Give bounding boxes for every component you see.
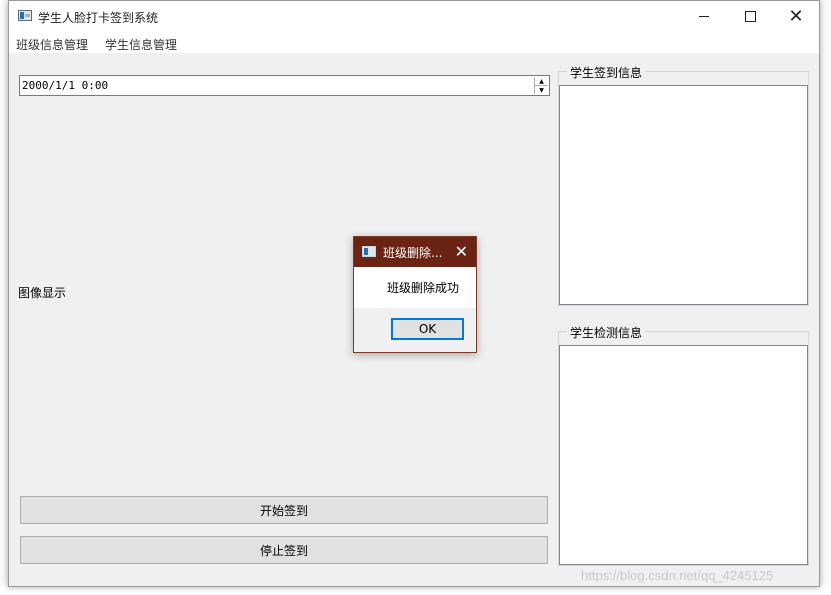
image-display-label: 图像显示: [18, 286, 67, 300]
watermark-text: https://blog.csdn.net/qq_4245125: [581, 568, 774, 583]
stop-sign-in-button[interactable]: 停止签到: [20, 536, 548, 564]
sign-in-list[interactable]: [559, 85, 808, 305]
dialog-title: 班级删除...: [383, 246, 443, 260]
menu-student-management[interactable]: 学生信息管理: [105, 36, 177, 53]
datetime-spinner: ▲ ▼: [534, 77, 548, 94]
detect-groupbox: 学生检测信息: [558, 324, 809, 566]
dialog-ok-button[interactable]: OK: [391, 318, 464, 340]
detect-groupbox-title: 学生检测信息: [567, 324, 646, 341]
close-icon: ✕: [788, 6, 804, 27]
minimize-button[interactable]: [681, 1, 727, 32]
dialog-app-icon: [362, 246, 376, 257]
sign-in-groupbox-title: 学生签到信息: [567, 64, 646, 81]
minimize-icon: [699, 16, 709, 17]
window-title: 学生人脸打卡签到系统: [38, 11, 159, 25]
app-icon: [18, 10, 32, 21]
spin-down-button[interactable]: ▼: [535, 86, 548, 94]
menu-class-management[interactable]: 班级信息管理: [16, 36, 88, 53]
message-dialog: 班级删除... ✕ 班级删除成功 OK: [353, 236, 477, 353]
title-bar[interactable]: 学生人脸打卡签到系统 ✕: [9, 1, 819, 32]
start-sign-in-button[interactable]: 开始签到: [20, 496, 548, 524]
menu-bar: 班级信息管理 学生信息管理: [9, 32, 819, 53]
datetime-edit[interactable]: 2000/1/1 0:00 ▲ ▼: [19, 75, 550, 96]
dialog-title-bar[interactable]: 班级删除... ✕: [354, 237, 476, 267]
dialog-close-icon[interactable]: ✕: [455, 242, 468, 261]
detect-list[interactable]: [559, 345, 808, 565]
maximize-button[interactable]: [727, 1, 773, 32]
spin-up-button[interactable]: ▲: [535, 77, 548, 86]
dialog-message: 班级删除成功: [387, 281, 460, 295]
maximize-icon: [744, 11, 756, 22]
dialog-body: 班级删除成功: [354, 267, 476, 308]
sign-in-groupbox: 学生签到信息: [558, 64, 809, 306]
datetime-value: 2000/1/1 0:00: [22, 79, 109, 92]
close-button[interactable]: ✕: [773, 1, 819, 32]
